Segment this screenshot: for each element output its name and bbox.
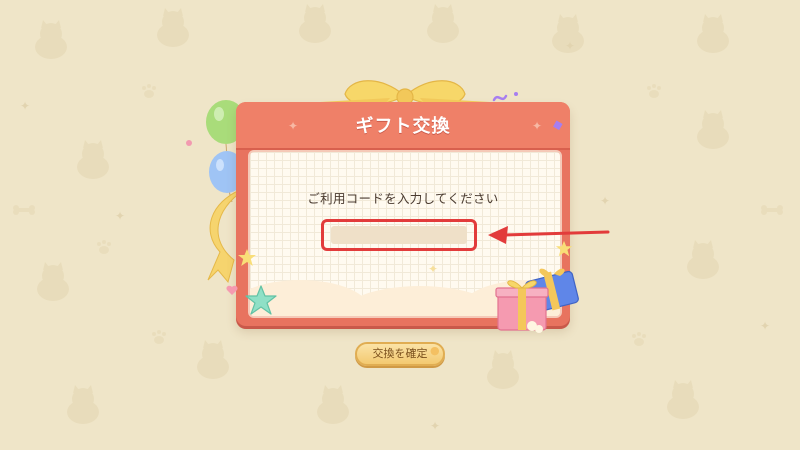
shiba-dog-pattern-icon [427, 4, 459, 43]
shiba-dog-pattern-icon [35, 20, 67, 59]
confetti-icon [492, 92, 518, 102]
paw-icon [97, 240, 111, 254]
gift-box-icon [495, 280, 549, 333]
paw-icon [152, 330, 166, 344]
bone-icon [761, 205, 783, 215]
input-highlight-box [321, 219, 477, 251]
paw-icon [647, 84, 661, 98]
shiba-dog-pattern-icon [697, 110, 729, 149]
heart-icon [226, 285, 238, 295]
bone-icon [13, 205, 35, 215]
shiba-dog-pattern-icon [67, 385, 99, 424]
paw-icon: ● [430, 344, 440, 357]
shiba-dog-pattern-icon [487, 350, 519, 389]
shiba-dog-pattern-icon [37, 262, 69, 301]
sparkle-icon: ✦ [565, 39, 576, 53]
sparkle-icon: ✦ [428, 262, 439, 276]
shiba-dog-pattern-icon [687, 240, 719, 279]
sparkle-icon: ✦ [430, 419, 441, 433]
arrow-left-icon [488, 226, 610, 244]
dialog-title: ギフト交換 [355, 116, 451, 137]
star-icon [238, 249, 256, 266]
sparkle-icon: ✦ [115, 209, 126, 223]
shiba-dog-pattern-icon [299, 4, 331, 43]
shiba-dog-pattern-icon [317, 385, 349, 424]
star-icon [555, 240, 573, 257]
sparkle-icon: ✦ [600, 194, 611, 208]
confetti-icon [186, 140, 192, 146]
confetti-icon [553, 120, 563, 131]
paw-icon [632, 332, 646, 346]
code-prompt: ご利用コードを入力してください [307, 191, 499, 206]
shiba-dog-pattern-icon [197, 340, 229, 379]
paw-icon [142, 84, 156, 98]
shiba-dog-pattern-icon [77, 140, 109, 179]
shiba-dog-pattern-icon [157, 8, 189, 47]
shiba-dog-pattern-icon [667, 380, 699, 419]
shiba-dog-pattern-icon [697, 14, 729, 53]
sparkle-icon: ✦ [760, 319, 771, 333]
star-icon [245, 285, 277, 315]
sparkle-icon: ✦ [20, 99, 31, 113]
